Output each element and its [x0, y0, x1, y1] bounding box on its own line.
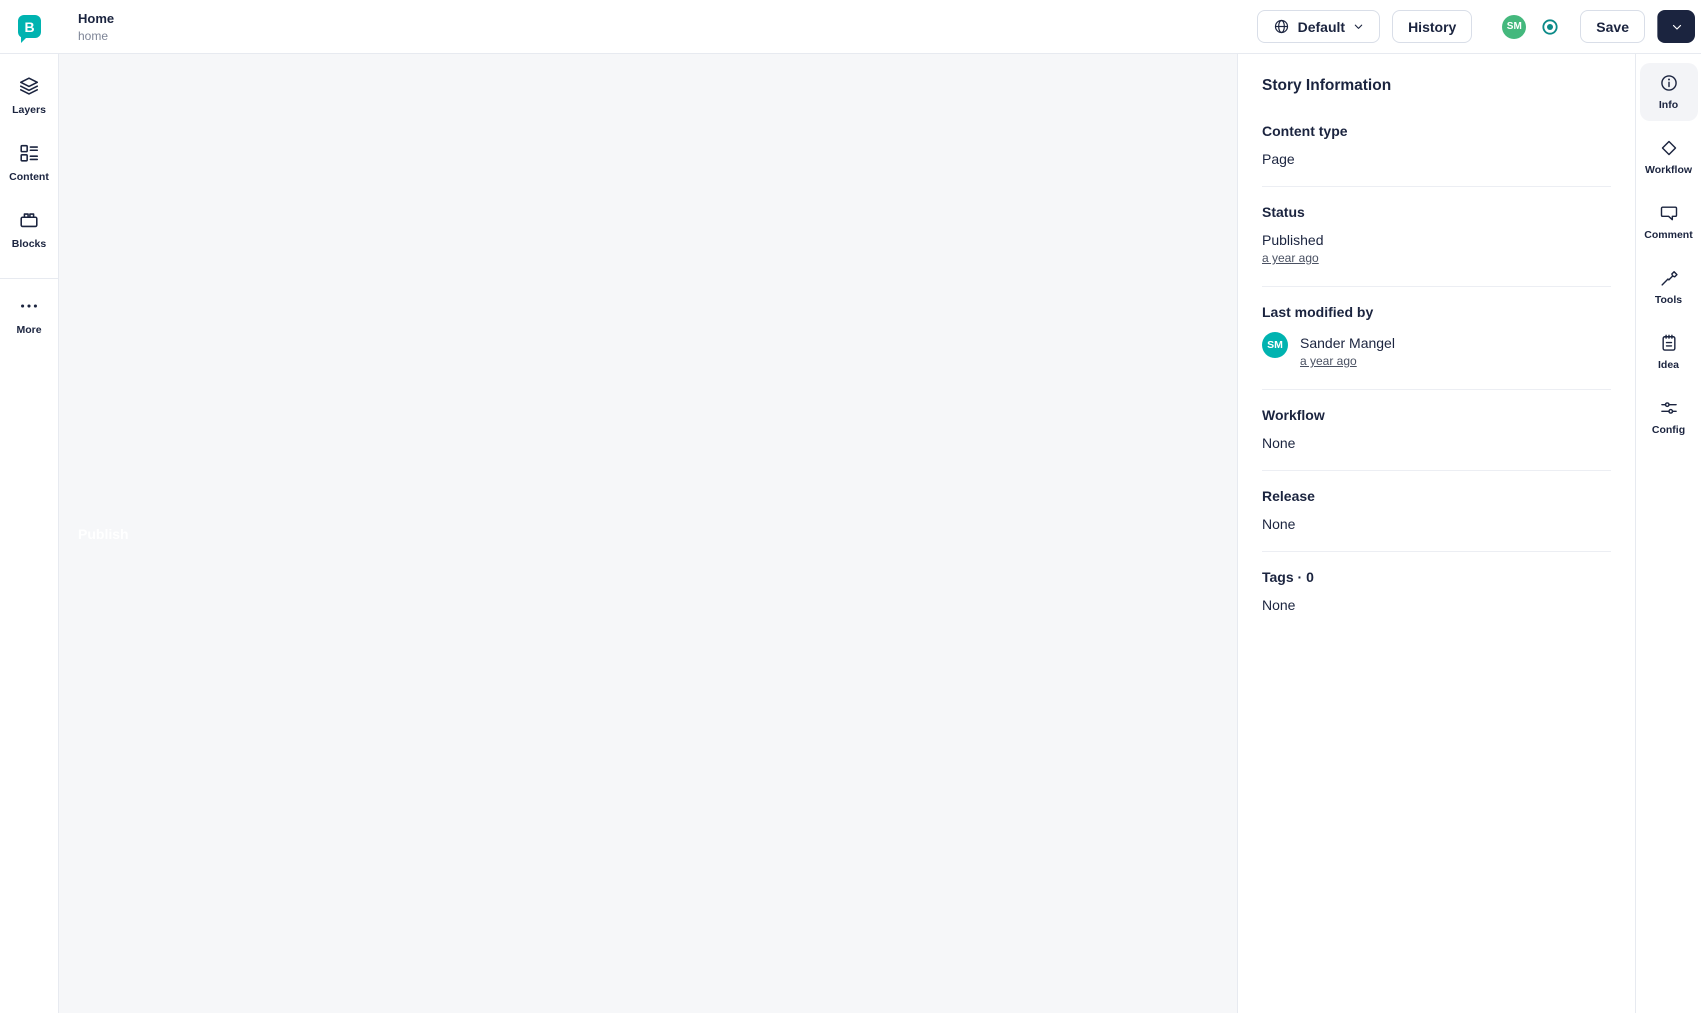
- workflow-section: Workflow None: [1262, 390, 1611, 471]
- globe-icon: [1273, 18, 1290, 35]
- tags-value: None: [1262, 597, 1296, 613]
- app-window: B Home home Default History SM Save Publ…: [0, 0, 1701, 1013]
- status-label: Status: [1262, 204, 1305, 220]
- story-information-panel: Story Information Content type Page Stat…: [1237, 54, 1635, 1013]
- sidebar-divider: [0, 278, 58, 279]
- config-sliders-icon: [1659, 398, 1679, 418]
- content-type-section: Content type Page: [1262, 106, 1611, 187]
- breadcrumb-slug: home: [78, 28, 109, 43]
- sidebar-item-layers[interactable]: Layers: [12, 75, 46, 116]
- save-button-label: Save: [1596, 18, 1629, 35]
- tools-hammer-icon: [1659, 268, 1679, 288]
- rail-item-info[interactable]: Info: [1639, 63, 1698, 121]
- breadcrumb: Home home: [78, 11, 114, 43]
- last-modified-label: Last modified by: [1262, 304, 1374, 320]
- idea-notepad-icon: [1659, 333, 1679, 353]
- history-button[interactable]: History: [1392, 10, 1473, 43]
- status-section: Status Published a year ago: [1262, 187, 1611, 287]
- top-bar: B Home home Default History SM Save Publ…: [0, 0, 1701, 1013]
- chevron-down-icon: [1353, 21, 1364, 32]
- publish-options-button[interactable]: [1658, 10, 1695, 43]
- workflow-label: Workflow: [1262, 407, 1325, 423]
- panel-title: Story Information: [1262, 77, 1392, 94]
- content-list-icon: [18, 142, 40, 164]
- language-selector-label: Default: [1297, 18, 1346, 35]
- rail-item-label: Config: [1651, 424, 1686, 436]
- publish-split-button: Publish: [59, 10, 1695, 1013]
- modifier-avatar-initials: SM: [1267, 339, 1283, 351]
- preview-toggle-icon[interactable]: [1540, 17, 1560, 37]
- chevron-down-icon: [1671, 21, 1683, 33]
- modified-time-link[interactable]: a year ago: [1300, 354, 1357, 368]
- rail-item-workflow[interactable]: Workflow: [1640, 128, 1698, 186]
- save-button[interactable]: Save: [1580, 10, 1645, 43]
- comment-bubble-icon: [1659, 203, 1679, 223]
- rail-item-idea[interactable]: Idea: [1640, 323, 1698, 381]
- blocks-brick-icon: [18, 209, 40, 231]
- breadcrumb-title: Home: [78, 10, 115, 26]
- rail-item-config[interactable]: Config: [1640, 388, 1698, 446]
- release-section: Release None: [1262, 471, 1611, 552]
- logo-container[interactable]: B: [0, 15, 59, 43]
- topbar-controls: Default History SM Save Publish: [59, 10, 1695, 1013]
- sidebar-item-more[interactable]: More: [16, 295, 42, 336]
- user-avatar[interactable]: SM: [1502, 14, 1527, 39]
- rail-item-comment[interactable]: Comment: [1640, 193, 1698, 251]
- language-selector-button[interactable]: Default: [1256, 10, 1381, 43]
- tags-label: Tags · 0: [1262, 569, 1314, 585]
- rail-item-tools[interactable]: Tools: [1640, 258, 1698, 316]
- logo-letter: B: [24, 18, 35, 35]
- sidebar-item-label: Layers: [12, 104, 46, 116]
- release-value: None: [1262, 516, 1296, 532]
- status-time-link[interactable]: a year ago: [1262, 251, 1319, 265]
- info-icon: [1659, 73, 1679, 93]
- sidebar-item-label: More: [16, 324, 42, 336]
- workflow-value: None: [1262, 435, 1296, 451]
- storyblok-logo-icon: B: [18, 15, 41, 43]
- content-type-label: Content type: [1262, 123, 1348, 139]
- sidebar-item-label: Blocks: [11, 238, 47, 250]
- rail-item-label: Comment: [1644, 229, 1693, 241]
- rail-item-label: Idea: [1657, 359, 1679, 371]
- modifier-avatar: SM: [1262, 332, 1288, 358]
- content-type-value: Page: [1262, 151, 1295, 167]
- layers-icon: [18, 75, 40, 97]
- modifier-name: Sander Mangel: [1300, 335, 1395, 351]
- user-avatar-initials: SM: [1506, 21, 1522, 32]
- rail-item-label: Tools: [1654, 294, 1683, 306]
- right-tool-rail: Info Workflow Comment Tools Idea Config: [1635, 54, 1701, 1013]
- release-label: Release: [1262, 488, 1315, 504]
- sidebar-item-blocks[interactable]: Blocks: [12, 209, 46, 250]
- sidebar-item-content[interactable]: Content: [9, 142, 49, 183]
- tags-section: Tags · 0 None: [1262, 552, 1611, 632]
- rail-item-label: Info: [1658, 99, 1679, 111]
- history-button-label: History: [1408, 18, 1457, 35]
- left-navigation-rail: Layers Content Blocks More: [0, 54, 59, 1013]
- last-modified-section: Last modified by SM Sander Mangel a year…: [1262, 287, 1611, 390]
- sidebar-item-label: Content: [9, 171, 49, 183]
- status-badge: Published: [1262, 232, 1324, 248]
- more-dots-icon: [18, 295, 40, 317]
- rail-item-label: Workflow: [1644, 164, 1693, 176]
- workflow-diamond-icon: [1659, 138, 1679, 158]
